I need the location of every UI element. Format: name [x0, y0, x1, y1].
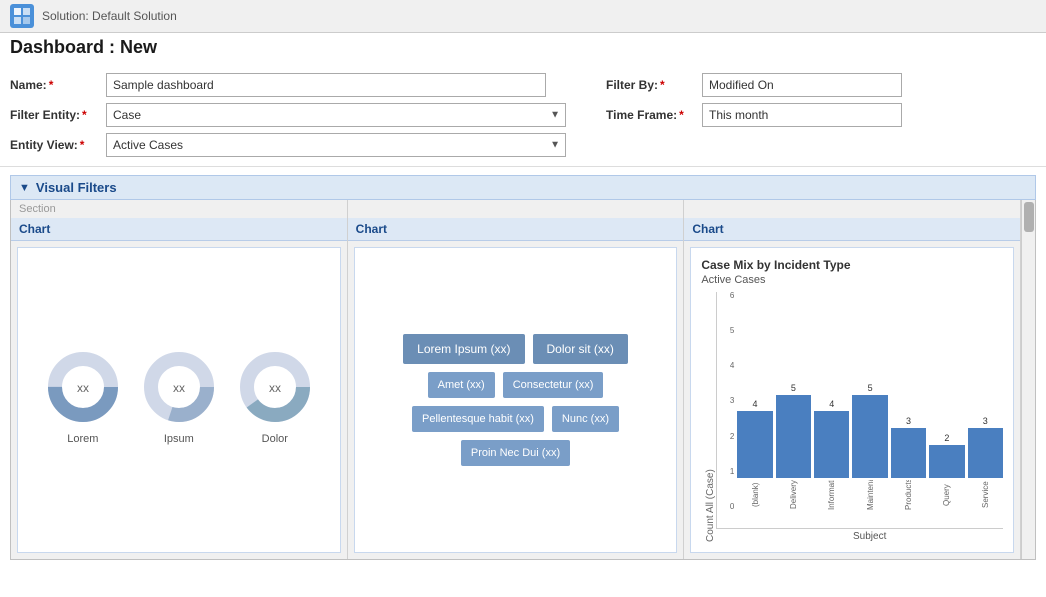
bar-service — [968, 428, 1003, 478]
y-axis-label: Count All (Case) — [701, 292, 716, 542]
visual-filters-title: Visual Filters — [36, 180, 117, 195]
tag-lorem-ipsum[interactable]: Lorem Ipsum (xx) — [403, 334, 524, 364]
name-input[interactable] — [106, 73, 546, 97]
donut-item-3: xx Dolor — [235, 347, 315, 445]
tag-row-2: Amet (xx) Consectetur (xx) — [365, 372, 667, 398]
scroll-thumb[interactable] — [1024, 202, 1034, 232]
bar-item-maintenance: 5 Maintenance — [852, 383, 887, 510]
section-sublabel: Section — [11, 200, 347, 218]
svg-text:xx: xx — [269, 381, 281, 395]
bar-information — [814, 411, 849, 478]
bar-products — [891, 428, 926, 478]
bar-chart-title: Case Mix by Incident Type — [701, 258, 1003, 272]
bar-query — [929, 445, 964, 478]
chart2-header: Chart — [348, 218, 684, 241]
section-sublabel-2 — [348, 200, 684, 218]
tag-amet[interactable]: Amet (xx) — [428, 372, 495, 398]
chart-column-1: Section Chart xx — [11, 200, 348, 559]
chart1-body: xx Lorem xx — [17, 247, 341, 553]
chart3-body: Case Mix by Incident Type Active Cases C… — [690, 247, 1014, 553]
bar-item-service: 3 Service — [968, 416, 1003, 510]
bar-delivery — [776, 395, 811, 478]
bars-and-axes: 6 5 4 3 2 1 0 — [716, 292, 1003, 529]
form-section: Name:* Filter Entity:* Case Account Cont… — [0, 64, 1046, 167]
chart-column-2: Chart Lorem Ipsum (xx) Dolor sit (xx) Am… — [348, 200, 685, 559]
tag-nunc[interactable]: Nunc (xx) — [552, 406, 619, 432]
chart3-header: Chart — [684, 218, 1020, 241]
charts-container: Section Chart xx — [10, 200, 1036, 560]
bar-item-products: 3 Products — [891, 416, 926, 510]
bar-chart-inner: 6 5 4 3 2 1 0 — [716, 292, 1003, 542]
donut-chart-3: xx — [235, 347, 315, 427]
chart1-header: Chart — [11, 218, 347, 241]
filter-by-row: Filter By:* — [606, 70, 1036, 100]
name-row: Name:* — [10, 70, 566, 100]
tag-cloud: Lorem Ipsum (xx) Dolor sit (xx) Amet (xx… — [365, 334, 667, 466]
donut-item-1: xx Lorem — [43, 347, 123, 445]
visual-filters-section: ▼ Visual Filters Section Chart — [10, 175, 1036, 560]
entity-view-select-wrapper: Active Cases All Cases My Active Cases ▼ — [106, 133, 566, 157]
tag-row-4: Proin Nec Dui (xx) — [365, 440, 667, 466]
tag-consectetur[interactable]: Consectetur (xx) — [503, 372, 604, 398]
donut-chart-1: xx — [43, 347, 123, 427]
filter-entity-select-wrapper: Case Account Contact ▼ — [106, 103, 566, 127]
filter-by-label: Filter By:* — [606, 78, 696, 92]
bars-row: 4 (blank) 5 — [716, 292, 1003, 529]
top-bar: Solution: Default Solution — [0, 0, 1046, 33]
scrollbar[interactable] — [1021, 200, 1035, 559]
bar-chart: Case Mix by Incident Type Active Cases C… — [701, 258, 1003, 542]
visual-filters-header: ▼ Visual Filters — [10, 175, 1036, 200]
tag-pellentesque[interactable]: Pellentesque habit (xx) — [412, 406, 544, 432]
tag-dolor-sit[interactable]: Dolor sit (xx) — [533, 334, 628, 364]
svg-text:xx: xx — [77, 381, 89, 395]
filter-by-input[interactable] — [702, 73, 902, 97]
time-frame-input[interactable] — [702, 103, 902, 127]
bar-item-information: 4 Information — [814, 399, 849, 510]
donut-label-2: Ipsum — [164, 433, 194, 445]
bar-item-blank: 4 (blank) — [737, 399, 772, 510]
chart-column-3: Chart Case Mix by Incident Type Active C… — [684, 200, 1021, 559]
filter-entity-label: Filter Entity:* — [10, 108, 100, 122]
entity-view-label: Entity View:* — [10, 138, 100, 152]
tag-row-3: Pellentesque habit (xx) Nunc (xx) — [365, 406, 667, 432]
section-sublabel-3 — [684, 200, 1020, 218]
solution-label: Solution: Default Solution — [42, 9, 177, 23]
chart2-body: Lorem Ipsum (xx) Dolor sit (xx) Amet (xx… — [354, 247, 678, 553]
donut-label-3: Dolor — [262, 433, 288, 445]
tag-proin[interactable]: Proin Nec Dui (xx) — [461, 440, 570, 466]
bar-chart-area: Count All (Case) 6 5 4 3 — [701, 292, 1003, 542]
bar-chart-subtitle: Active Cases — [701, 274, 1003, 286]
entity-view-select[interactable]: Active Cases All Cases My Active Cases — [106, 133, 566, 157]
svg-text:xx: xx — [173, 381, 185, 395]
entity-view-row: Entity View:* Active Cases All Cases My … — [10, 130, 566, 160]
solution-icon — [10, 4, 34, 28]
name-label: Name:* — [10, 78, 100, 92]
filter-entity-row: Filter Entity:* Case Account Contact ▼ — [10, 100, 566, 130]
donut-chart-2: xx — [139, 347, 219, 427]
bar-item-delivery: 5 Delivery — [776, 383, 811, 510]
donut-item-2: xx Ipsum — [139, 347, 219, 445]
page-title: Dashboard : New — [0, 33, 1046, 64]
bar-blank — [737, 411, 772, 478]
x-axis-label: Subject — [716, 531, 1003, 542]
donut-label-1: Lorem — [67, 433, 98, 445]
time-frame-row: Time Frame:* — [606, 100, 1036, 130]
collapse-icon[interactable]: ▼ — [19, 182, 30, 194]
bar-maintenance — [852, 395, 887, 478]
time-frame-label: Time Frame:* — [606, 108, 696, 122]
filter-entity-select[interactable]: Case Account Contact — [106, 103, 566, 127]
bar-item-query: 2 Query — [929, 433, 964, 510]
form-right: Filter By:* Time Frame:* — [566, 70, 1036, 160]
tag-row-1: Lorem Ipsum (xx) Dolor sit (xx) — [365, 334, 667, 364]
form-left: Name:* Filter Entity:* Case Account Cont… — [10, 70, 566, 160]
